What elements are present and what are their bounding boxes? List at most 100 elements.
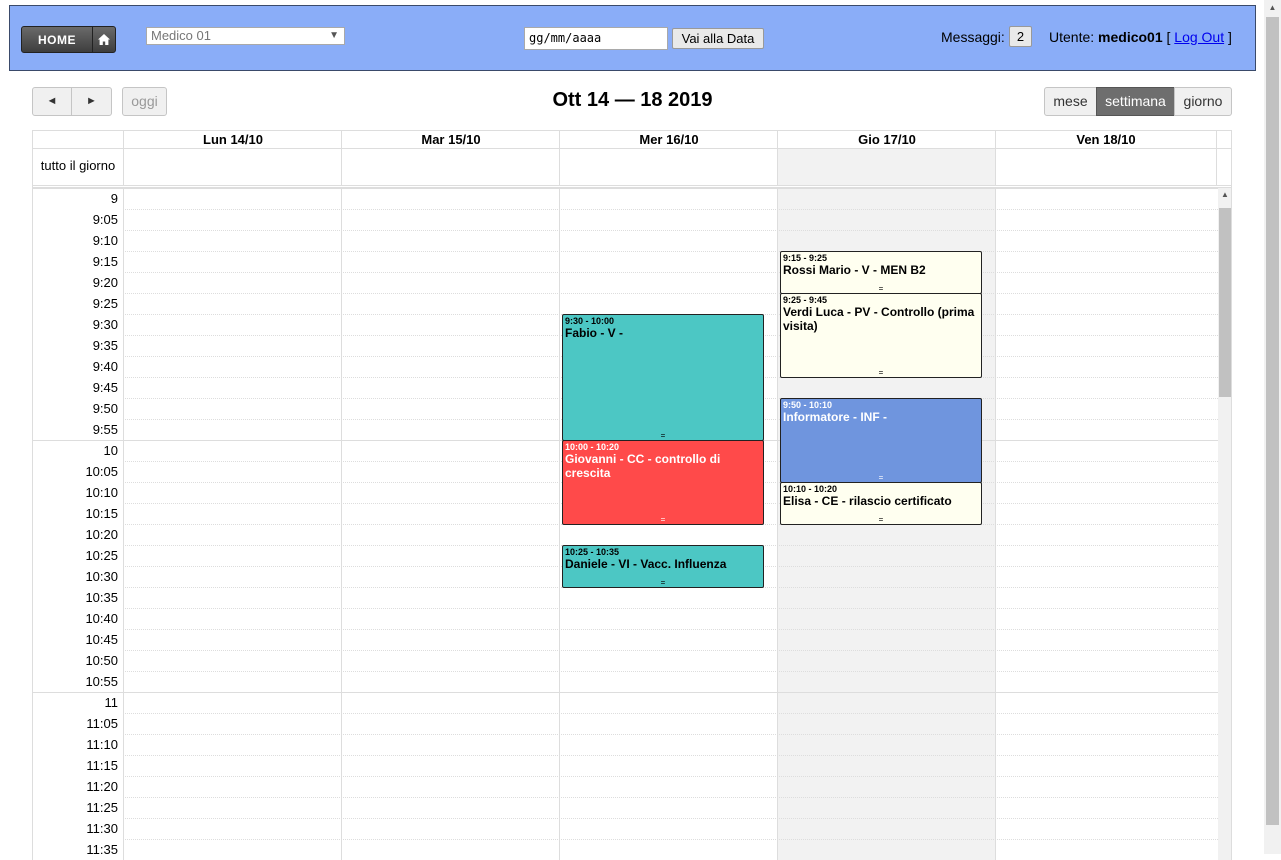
event-resize-handle[interactable]: =	[563, 579, 763, 587]
house-icon	[92, 27, 115, 52]
event-resize-handle[interactable]: =	[781, 474, 981, 482]
time-slot-label: 9:20	[92, 275, 118, 290]
time-slot-label: 11	[104, 695, 119, 710]
time-slot-label: 9:15	[92, 254, 118, 269]
triangle-left-icon: ◄	[46, 95, 58, 107]
date-input[interactable]: gg/mm/aaaa	[524, 27, 668, 50]
day-header-thu: Gio 17/10	[858, 132, 916, 147]
scroll-up-icon[interactable]: ▲	[1218, 190, 1231, 199]
event-title: Rossi Mario - V - MEN B2	[783, 263, 926, 277]
time-slot-label: 10:40	[85, 611, 118, 626]
time-slot-label: 10:05	[85, 464, 118, 479]
event-time: 10:00 - 10:20	[565, 442, 620, 452]
time-slot-label: 9:25	[92, 296, 118, 311]
time-slot-line	[123, 650, 1218, 651]
triangle-right-icon: ►	[86, 95, 97, 107]
time-slot-label: 10:55	[85, 674, 118, 689]
time-grid[interactable]: 9 9:05 9:10 9:15 9:20 9:25 9:30 9:35 9:40 9:45 9:5…	[33, 188, 1218, 860]
messages-count-button[interactable]: 2	[1009, 26, 1032, 47]
time-slot-line	[123, 230, 1218, 231]
time-slot-label: 9:10	[92, 233, 118, 248]
calendar-event[interactable]: 9:15 - 9:25 Rossi Mario - V - MEN B2 =	[780, 251, 982, 294]
user-label: Utente:	[1049, 29, 1095, 45]
calendar-event[interactable]: 9:50 - 10:10 Informatore - INF - =	[780, 398, 982, 483]
calendar-event[interactable]: 9:30 - 10:00 Fabio - V - =	[562, 314, 764, 441]
event-title: Verdi Luca - PV - Controllo (prima visit…	[783, 305, 975, 333]
day-header-mon: Lun 14/10	[203, 132, 263, 147]
date-input-placeholder: gg/mm/aaaa	[529, 31, 602, 45]
user-info: Utente: medico01 [ Log Out ]	[1049, 29, 1232, 45]
time-slot-label: 10:35	[85, 590, 118, 605]
day-header-wed: Mer 16/10	[639, 132, 699, 147]
prev-week-button[interactable]: ◄	[32, 87, 72, 116]
allday-label: tutto il giorno	[40, 158, 116, 173]
time-slot-line	[33, 188, 1218, 189]
top-header-bar: HOME Medico 01 ▼ gg/mm/aaaa Vai alla Dat…	[9, 5, 1256, 71]
event-resize-handle[interactable]: =	[781, 369, 981, 377]
doctor-select[interactable]: Medico 01 ▼	[146, 27, 345, 45]
time-slot-line	[123, 293, 1218, 294]
time-slot-label: 11:15	[86, 758, 118, 773]
time-slot-label: 11:20	[86, 779, 118, 794]
event-time: 10:25 - 10:35	[565, 547, 620, 557]
event-resize-handle[interactable]: =	[563, 432, 763, 440]
event-resize-handle[interactable]: =	[563, 516, 763, 524]
time-slot-line	[33, 692, 1218, 693]
today-button[interactable]: oggi	[122, 87, 167, 116]
time-slot-label: 10:25	[85, 548, 118, 563]
time-slot-line	[123, 776, 1218, 777]
time-slot-line	[123, 608, 1218, 609]
time-slot-label: 9:55	[92, 422, 118, 437]
calendar-event[interactable]: 10:25 - 10:35 Daniele - VI - Vacc. Influe…	[562, 545, 764, 588]
messages-label: Messaggi:	[941, 29, 1005, 45]
calendar-event[interactable]: 10:10 - 10:20 Elisa - CE - rilascio certi…	[780, 482, 982, 525]
event-time: 9:15 - 9:25	[783, 253, 828, 263]
page-scroll-thumb[interactable]	[1266, 17, 1279, 825]
time-slot-label: 11:25	[86, 800, 118, 815]
calendar-scrollbar[interactable]: ▲	[1218, 188, 1231, 860]
time-slot-line	[123, 251, 1218, 252]
time-slot-label: 10:20	[85, 527, 118, 542]
page-scroll-up-icon[interactable]: ▲	[1264, 3, 1281, 12]
time-slot-label: 10:45	[85, 632, 118, 647]
goto-date-button[interactable]: Vai alla Data	[672, 28, 764, 49]
time-slot-label: 9:30	[92, 317, 118, 332]
time-slot-label: 9:35	[92, 338, 118, 353]
user-name: medico01	[1098, 29, 1163, 45]
next-week-button[interactable]: ►	[71, 87, 112, 116]
event-time: 9:50 - 10:10	[783, 400, 833, 410]
event-title: Fabio - V -	[565, 326, 623, 340]
event-resize-handle[interactable]: =	[781, 285, 981, 293]
page-scrollbar[interactable]: ▲	[1264, 0, 1281, 854]
time-slot-label: 11:35	[86, 842, 118, 857]
time-slot-label: 10:10	[85, 485, 118, 500]
calendar-scroll-thumb[interactable]	[1219, 208, 1231, 397]
time-slot-label: 9	[110, 191, 118, 206]
time-slot-line	[123, 818, 1218, 819]
today-allday-highlight	[778, 149, 996, 186]
date-range-title: Ott 14 — 18 2019	[552, 89, 713, 111]
view-week-button[interactable]: settimana	[1096, 87, 1175, 116]
time-slot-line	[123, 734, 1218, 735]
calendar-event[interactable]: 9:25 - 9:45 Verdi Luca - PV - Controllo (…	[780, 293, 982, 378]
time-slot-line	[123, 755, 1218, 756]
time-slot-label: 9:40	[92, 359, 118, 374]
time-slot-label: 9:50	[92, 401, 118, 416]
event-title: Elisa - CE - rilascio certificato	[783, 494, 952, 508]
time-slot-line	[123, 713, 1218, 714]
time-slot-label: 11:10	[86, 737, 118, 752]
event-title: Daniele - VI - Vacc. Influenza	[565, 557, 727, 571]
view-month-button[interactable]: mese	[1044, 87, 1097, 116]
time-slot-label: 11:05	[86, 716, 118, 731]
event-title: Informatore - INF -	[783, 410, 887, 424]
time-slot-label: 9:45	[92, 380, 118, 395]
logout-link[interactable]: Log Out	[1174, 29, 1224, 45]
event-resize-handle[interactable]: =	[781, 516, 981, 524]
calendar-event[interactable]: 10:00 - 10:20 Giovanni - CC - controllo d…	[562, 440, 764, 525]
time-slot-label: 10:30	[85, 569, 118, 584]
time-slot-line	[123, 797, 1218, 798]
day-header-fri: Ven 18/10	[1076, 132, 1136, 147]
view-day-button[interactable]: giorno	[1174, 87, 1232, 116]
home-button[interactable]: HOME	[21, 26, 116, 53]
time-slot-label: 9:05	[92, 212, 118, 227]
